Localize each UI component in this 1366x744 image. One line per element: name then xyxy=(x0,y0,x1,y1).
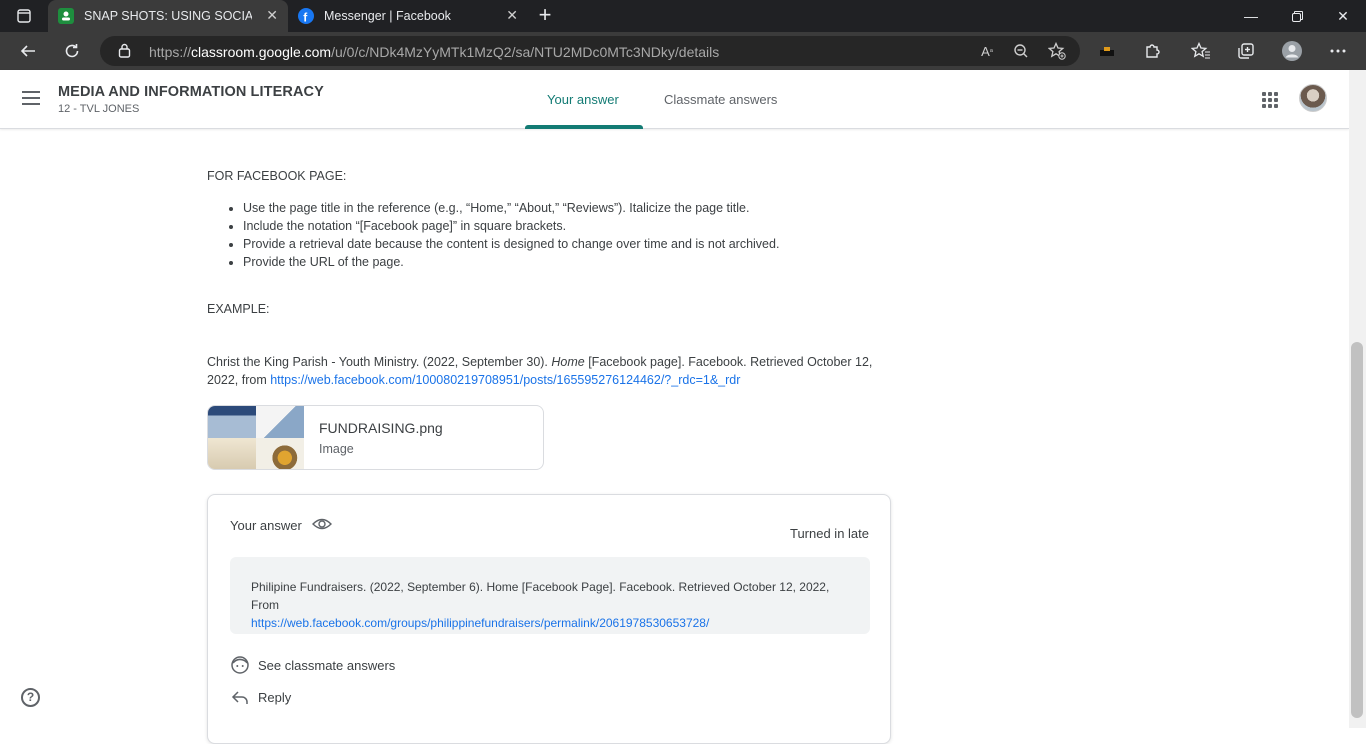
face-icon xyxy=(230,655,250,675)
attachment-name: FUNDRAISING.png xyxy=(319,420,443,436)
attachment-type: Image xyxy=(319,442,354,456)
favorites-icon[interactable] xyxy=(1190,40,1212,62)
class-title[interactable]: MEDIA AND INFORMATION LITERACY xyxy=(58,84,324,100)
avatar[interactable] xyxy=(1299,84,1327,112)
instruction-list: Use the page title in the reference (e.g… xyxy=(243,199,779,271)
reload-icon[interactable] xyxy=(59,38,85,64)
example-label: EXAMPLE: xyxy=(207,302,270,316)
tab-title: SNAP SHOTS: USING SOCIAL MEDIA xyxy=(84,9,252,23)
list-item: Provide the URL of the page. xyxy=(243,253,779,271)
class-section: 12 - TVL JONES xyxy=(58,103,140,115)
active-tab-indicator xyxy=(525,125,643,129)
extensions-puzzle-icon[interactable] xyxy=(1142,40,1164,62)
tab-title: Messenger | Facebook xyxy=(324,9,451,23)
see-classmate-answers-label: See classmate answers xyxy=(258,657,396,673)
read-aloud-icon[interactable]: Aᵃ xyxy=(978,42,996,60)
example-reference: Christ the King Parish - Youth Ministry.… xyxy=(207,355,873,387)
visibility-eye-icon[interactable] xyxy=(312,517,332,534)
tab-classroom[interactable]: SNAP SHOTS: USING SOCIAL MEDIA ✕ xyxy=(48,0,288,32)
main-menu-icon[interactable] xyxy=(22,91,42,107)
reply-icon xyxy=(230,687,250,707)
tab-classmate-answers[interactable]: Classmate answers xyxy=(664,92,777,107)
collections-icon[interactable] xyxy=(1235,40,1257,62)
scrollbar-thumb[interactable] xyxy=(1351,342,1363,718)
google-apps-icon[interactable] xyxy=(1262,92,1278,108)
answer-link[interactable]: https://web.facebook.com/groups/philippi… xyxy=(251,616,709,630)
section-heading: FOR FACEBOOK PAGE: xyxy=(207,169,347,183)
tab-your-answer[interactable]: Your answer xyxy=(547,92,619,107)
tab-messenger[interactable]: f Messenger | Facebook ✕ xyxy=(288,0,528,32)
restore-icon[interactable] xyxy=(1274,0,1320,32)
help-icon[interactable]: ? xyxy=(21,688,40,707)
reference-link[interactable]: https://web.facebook.com/100080219708951… xyxy=(270,373,740,387)
url-text: https://classroom.google.com/u/0/c/NDk4M… xyxy=(149,44,720,60)
facebook-icon: f xyxy=(298,8,314,25)
close-icon[interactable]: ✕ xyxy=(266,7,278,24)
window-close-icon[interactable]: ✕ xyxy=(1320,0,1366,32)
tab-actions-icon[interactable] xyxy=(0,0,48,32)
svg-text:f: f xyxy=(303,11,308,25)
reply-button[interactable]: Reply xyxy=(230,687,291,707)
lock-icon[interactable] xyxy=(118,43,131,63)
status-badge: Turned in late xyxy=(789,526,869,541)
answer-box: Philipine Fundraisers. (2022, September … xyxy=(230,557,870,634)
profile-icon[interactable] xyxy=(1281,40,1303,62)
classroom-header: MEDIA AND INFORMATION LITERACY 12 - TVL … xyxy=(0,70,1349,129)
see-classmate-answers-button[interactable]: See classmate answers xyxy=(230,655,395,675)
more-options-icon[interactable] xyxy=(1327,40,1349,62)
close-icon[interactable]: ✕ xyxy=(506,7,518,24)
address-bar: https://classroom.google.com/u/0/c/NDk4M… xyxy=(0,32,1366,70)
extension-tab-icon[interactable] xyxy=(1097,40,1119,62)
attachment-thumbnail xyxy=(208,406,304,469)
new-tab-icon[interactable]: + xyxy=(534,4,556,26)
browser-tab-bar: SNAP SHOTS: USING SOCIAL MEDIA ✕ f Messe… xyxy=(0,0,1366,32)
favorite-star-icon[interactable] xyxy=(1048,42,1066,60)
minimize-icon[interactable]: — xyxy=(1228,0,1274,32)
classroom-icon xyxy=(58,8,74,24)
list-item: Use the page title in the reference (e.g… xyxy=(243,199,779,217)
reply-label: Reply xyxy=(258,689,292,705)
list-item: Include the notation “[Facebook page]” i… xyxy=(243,217,779,235)
list-item: Provide a retrieval date because the con… xyxy=(243,235,779,253)
back-icon[interactable] xyxy=(15,38,41,64)
url-field[interactable]: https://classroom.google.com/u/0/c/NDk4M… xyxy=(100,36,1080,66)
your-answer-card: Your answer Turned in late Philipine Fun… xyxy=(207,494,891,744)
attachment-card[interactable]: FUNDRAISING.png Image xyxy=(207,405,544,470)
answer-card-title: Your answer xyxy=(230,518,302,533)
answer-text: Philipine Fundraisers. (2022, September … xyxy=(251,580,830,630)
zoom-out-icon[interactable] xyxy=(1012,42,1030,60)
